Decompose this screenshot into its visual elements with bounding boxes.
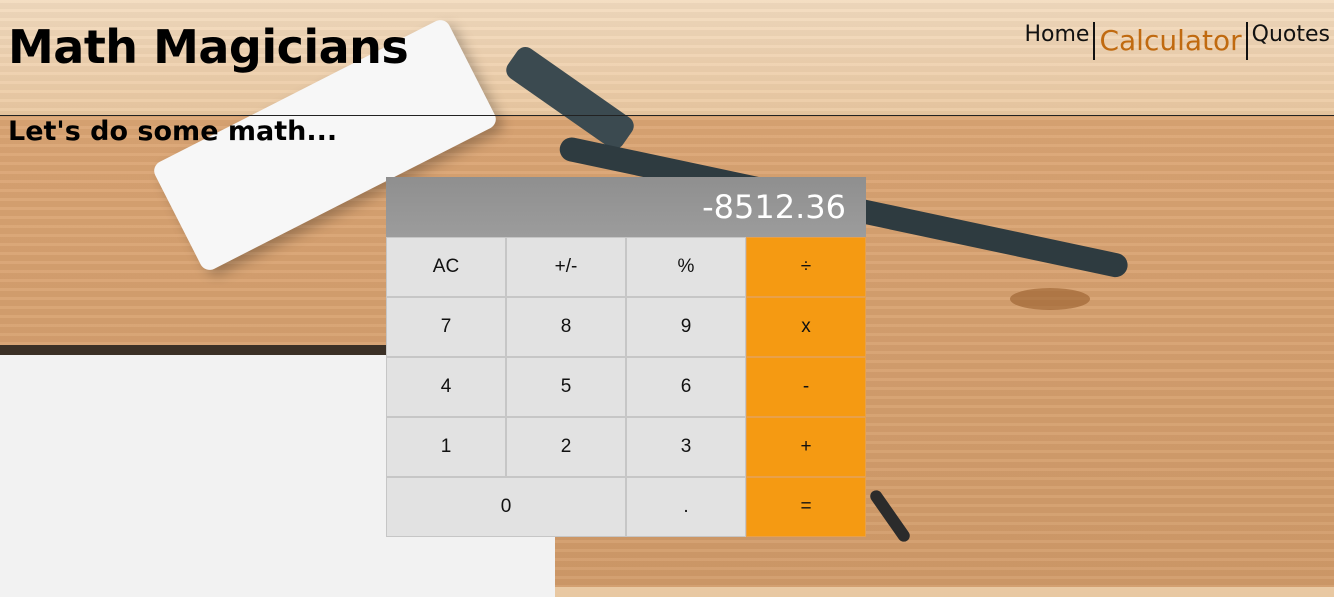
key-decimal[interactable]: . [626, 477, 746, 537]
key-8[interactable]: 8 [506, 297, 626, 357]
key-3[interactable]: 3 [626, 417, 746, 477]
key-subtract[interactable]: - [746, 357, 866, 417]
key-add[interactable]: + [746, 417, 866, 477]
key-2[interactable]: 2 [506, 417, 626, 477]
page-subtitle: Let's do some math... [8, 116, 337, 147]
key-equals[interactable]: = [746, 477, 866, 537]
main-nav: Home Calculator Quotes [1021, 18, 1334, 60]
key-all-clear[interactable]: AC [386, 237, 506, 297]
key-divide[interactable]: ÷ [746, 237, 866, 297]
nav-link-home[interactable]: Home [1021, 18, 1094, 47]
key-1[interactable]: 1 [386, 417, 506, 477]
key-percent[interactable]: % [626, 237, 746, 297]
key-0[interactable]: 0 [386, 477, 626, 537]
key-toggle-sign[interactable]: +/- [506, 237, 626, 297]
calculator-display: -8512.36 [386, 177, 866, 237]
background-wood-knot [1010, 288, 1090, 310]
calculator: -8512.36 AC +/- % ÷ 7 8 9 x 4 5 6 - 1 2 … [386, 177, 866, 537]
key-9[interactable]: 9 [626, 297, 746, 357]
key-5[interactable]: 5 [506, 357, 626, 417]
key-4[interactable]: 4 [386, 357, 506, 417]
key-7[interactable]: 7 [386, 297, 506, 357]
nav-link-calculator[interactable]: Calculator [1095, 18, 1245, 57]
site-logo: Math Magicians [8, 20, 408, 74]
site-header: Math Magicians Home Calculator Quotes [0, 0, 1334, 116]
key-multiply[interactable]: x [746, 297, 866, 357]
nav-link-quotes[interactable]: Quotes [1248, 18, 1334, 47]
key-6[interactable]: 6 [626, 357, 746, 417]
